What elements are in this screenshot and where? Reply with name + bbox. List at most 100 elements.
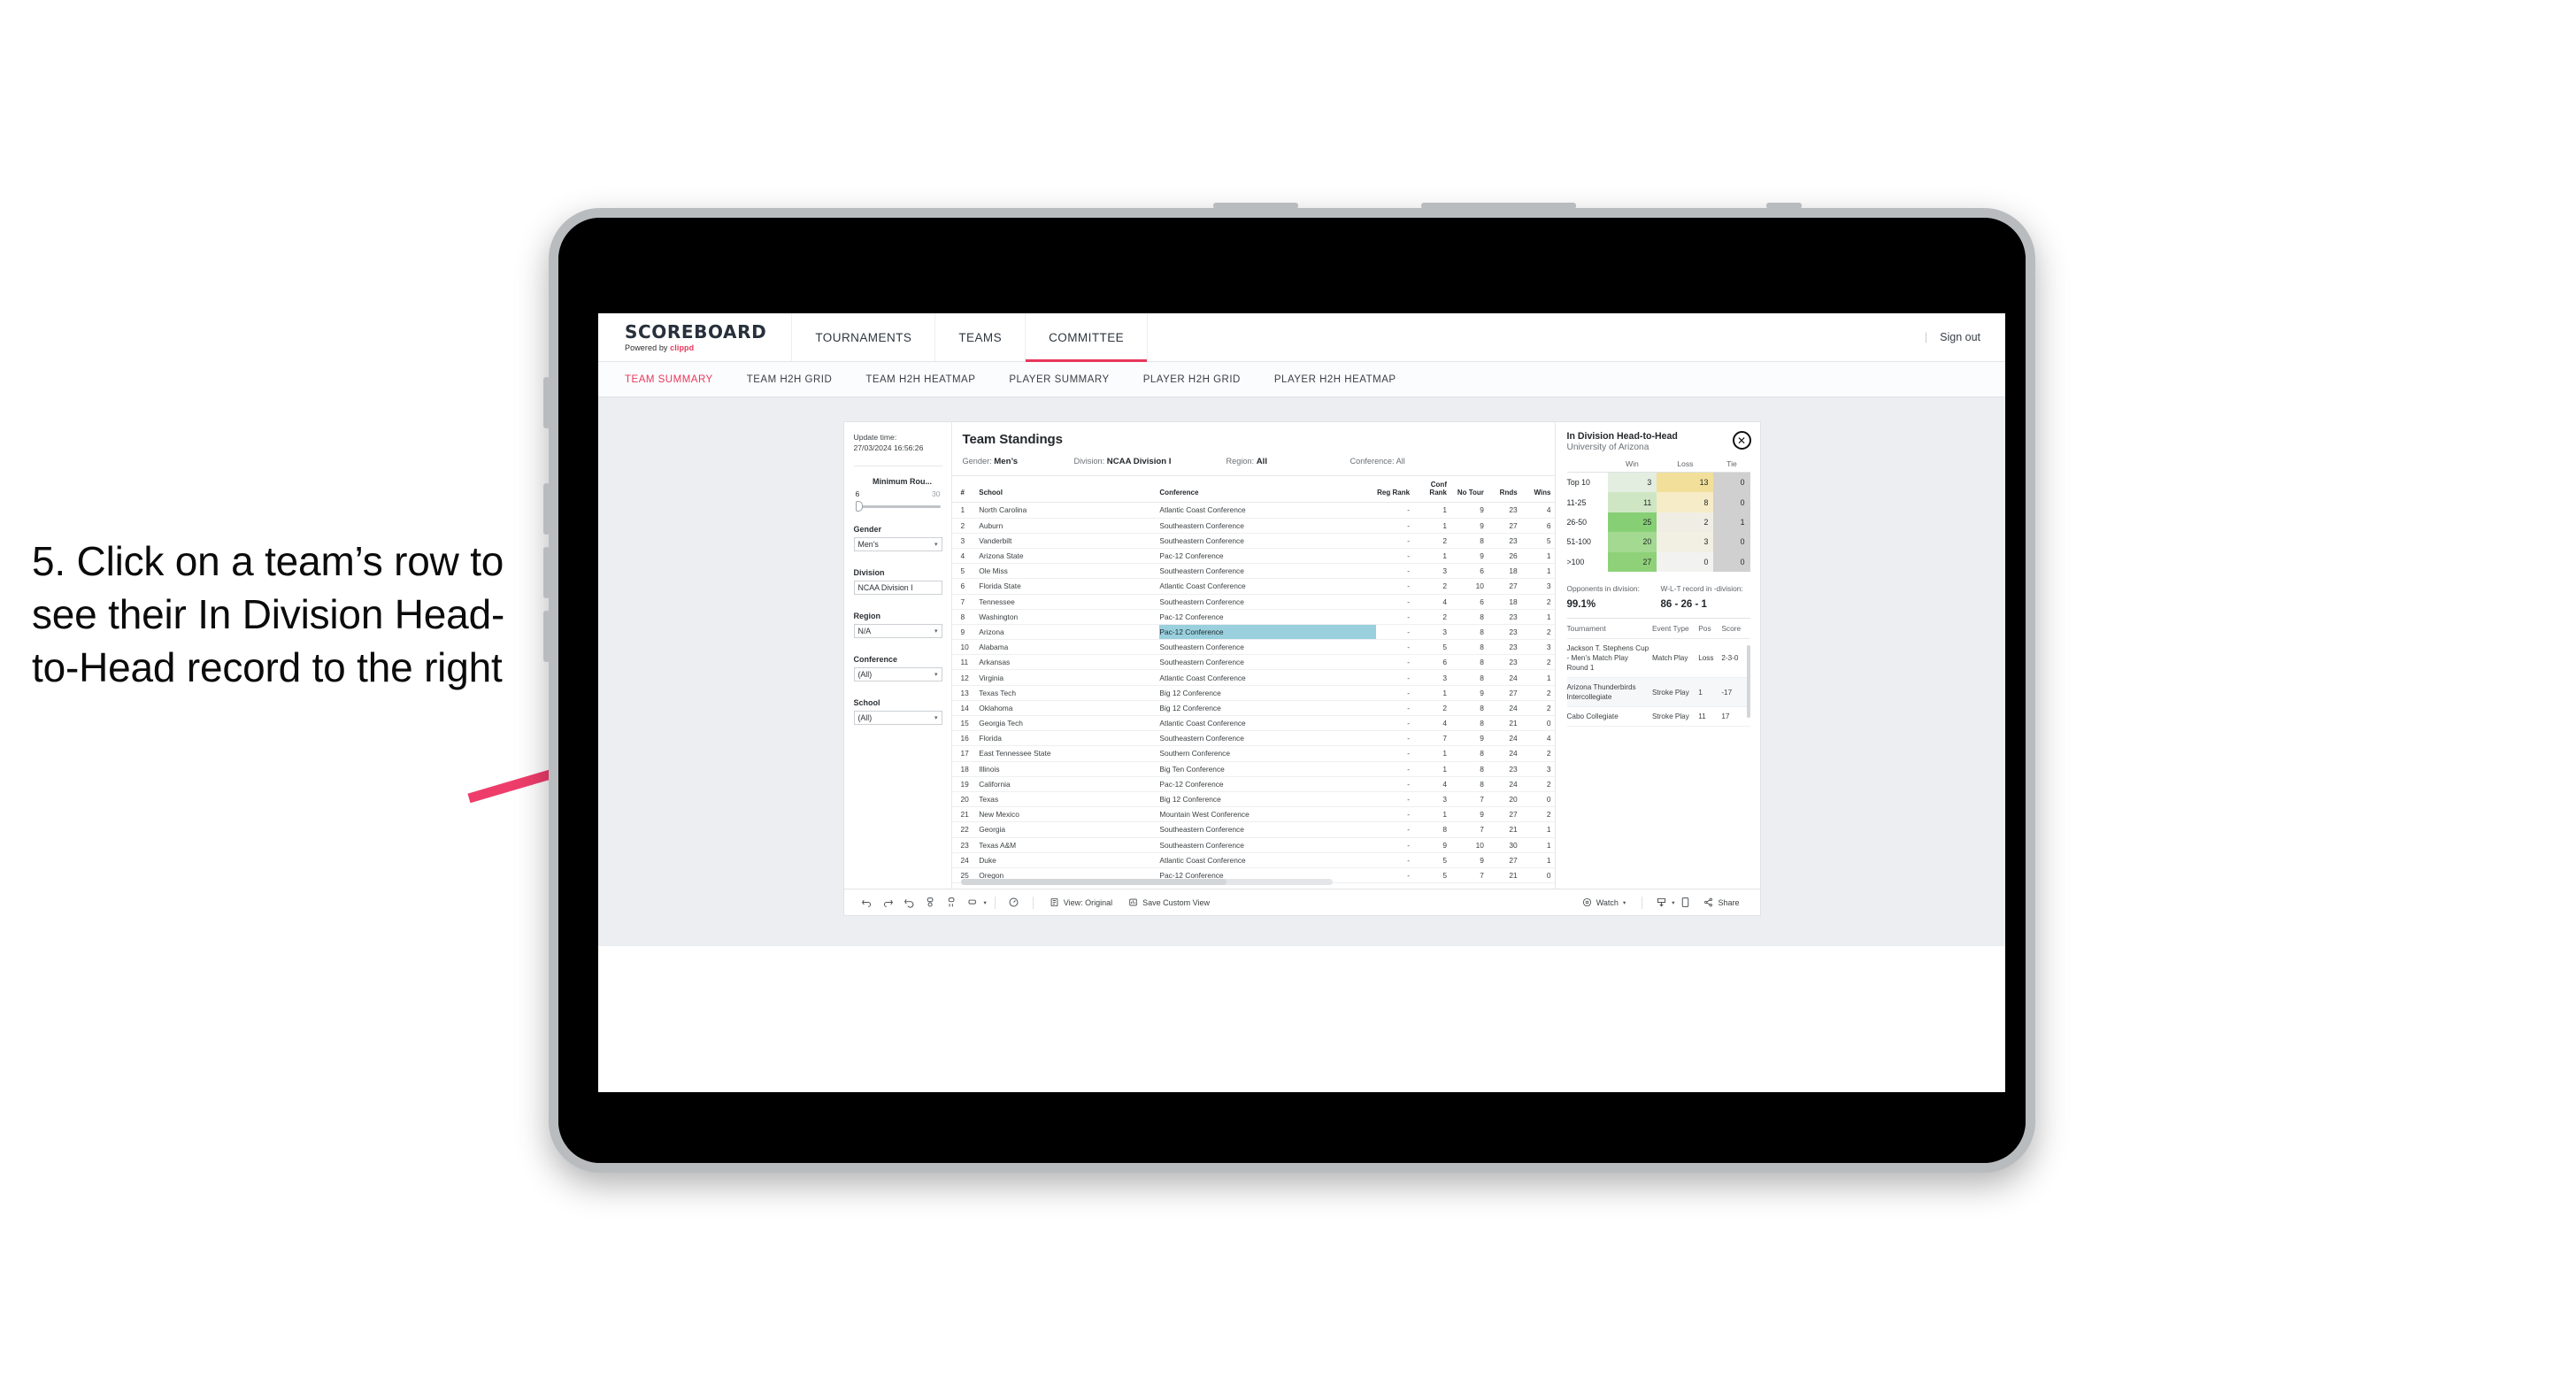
pause-icon[interactable] (942, 893, 963, 912)
table-row[interactable]: 4 Arizona State Pac-12 Conference -1 9 26 1 (951, 548, 1555, 565)
table-row[interactable]: 13 Texas Tech Big 12 Conference -1 9 27 2 (951, 685, 1555, 701)
table-row[interactable]: 15 Georgia Tech Atlantic Coast Conference -… (951, 715, 1555, 732)
heatmap-cell-tie[interactable]: 0 (1713, 532, 1750, 552)
heatmap-cell-loss[interactable]: 0 (1657, 551, 1714, 572)
tab-player-h2h-heatmap[interactable]: PLAYER H2H HEATMAP (1274, 374, 1416, 385)
watch-button[interactable]: Watch ▾ (1574, 897, 1634, 907)
heatmap-cell-loss[interactable]: 8 (1657, 492, 1714, 512)
cell-rnds: 18 (1487, 594, 1521, 610)
filter-region-select[interactable]: N/A ▾ (853, 623, 942, 638)
cell-pos: 1 (1698, 677, 1722, 708)
sign-out-link[interactable]: Sign out (1940, 331, 1980, 343)
cell-rank: 21 (951, 806, 980, 823)
table-row[interactable]: 7 Tennessee Southeastern Conference -4 6 18 2 (951, 594, 1555, 610)
table-row[interactable]: 22 Georgia Southeastern Conference -8 7 21 1 (951, 821, 1555, 838)
cell-conf-rank: 2 (1413, 533, 1450, 549)
table-row[interactable]: 24 Duke Atlantic Coast Conference -5 9 27 1 (951, 852, 1555, 868)
table-row[interactable]: 6 Florida State Atlantic Coast Conference -… (951, 578, 1555, 595)
filter-gender-value: Men’s (857, 539, 879, 549)
slider-handle[interactable] (855, 501, 863, 512)
heatmap-cell-win[interactable]: 20 (1607, 532, 1657, 552)
tournament-row[interactable]: Arizona Thunderbirds Intercollegiate Stro… (1566, 677, 1750, 708)
heatmap-cell-tie[interactable]: 0 (1713, 492, 1750, 512)
table-row[interactable]: 10 Alabama Southeastern Conference -5 8 23 3 (951, 639, 1555, 656)
scrollbar-thumb[interactable] (960, 879, 1226, 885)
table-row[interactable]: 19 California Pac-12 Conference -4 8 24 2 (951, 776, 1555, 792)
table-row[interactable]: 14 Oklahoma Big 12 Conference -2 8 24 2 (951, 700, 1555, 717)
undo-icon[interactable] (857, 893, 878, 912)
cell-wins: 1 (1520, 852, 1555, 868)
heatmap-cell-loss[interactable]: 2 (1657, 512, 1714, 533)
heatmap-cell-tie[interactable]: 0 (1713, 472, 1750, 493)
refresh-icon[interactable] (920, 893, 942, 912)
nav-item-teams[interactable]: TEAMS (935, 313, 1027, 361)
tournament-row[interactable]: Cabo Collegiate Stroke Play 11 17 (1566, 706, 1750, 728)
filter-gender-select[interactable]: Men’s ▾ (853, 536, 942, 551)
revert-icon[interactable] (899, 893, 920, 912)
cell-no-tour: 8 (1449, 609, 1488, 625)
table-row[interactable]: 16 Florida Southeastern Conference -7 9 24 4 (951, 730, 1555, 747)
cell-wins: 1 (1520, 548, 1555, 565)
cell-wins: 0 (1520, 715, 1555, 732)
close-icon[interactable]: ✕ (1732, 431, 1751, 450)
cell-rank: 22 (951, 821, 980, 838)
heatmap-cell-loss[interactable]: 3 (1657, 532, 1714, 552)
download-icon[interactable] (1650, 893, 1672, 912)
table-row[interactable]: 2 Auburn Southeastern Conference -1 9 27 6 (951, 518, 1555, 534)
minimum-rounds-slider[interactable] (855, 501, 941, 512)
heatmap-cell-win[interactable]: 3 (1607, 472, 1657, 493)
table-row[interactable]: 21 New Mexico Mountain West Conference -1 9 2… (951, 806, 1555, 823)
heatmap-cell-win[interactable]: 11 (1607, 492, 1657, 512)
tab-team-h2h-grid[interactable]: TEAM H2H GRID (747, 374, 852, 385)
nav-item-committee[interactable]: COMMITTEE (1026, 313, 1149, 362)
table-row[interactable]: 5 Ole Miss Southeastern Conference -3 6 18 1 (951, 563, 1555, 580)
cell-rnds: 23 (1487, 761, 1521, 777)
heatmap-cell-tie[interactable]: 0 (1713, 551, 1750, 572)
heatmap-cell-win[interactable]: 25 (1607, 512, 1657, 533)
tab-team-summary[interactable]: TEAM SUMMARY (625, 374, 733, 385)
vertical-scrollbar[interactable] (1746, 644, 1750, 718)
dashboard-canvas: Update time: 27/03/2024 16:56:26 Minimum… (598, 397, 2005, 946)
table-row[interactable]: 23 Texas A&M Southeastern Conference -9 10 30… (951, 837, 1555, 853)
table-row[interactable]: 20 Texas Big 12 Conference -3 7 20 0 (951, 791, 1555, 808)
share-button[interactable]: Share (1696, 897, 1747, 907)
heatmap-cell-loss[interactable]: 13 (1657, 472, 1714, 493)
highlight-icon[interactable] (963, 893, 984, 912)
table-row[interactable]: 1 North Carolina Atlantic Coast Conference… (951, 502, 1555, 519)
tab-team-h2h-heatmap[interactable]: TEAM H2H HEATMAP (865, 374, 995, 385)
table-row[interactable]: 12 Virginia Atlantic Coast Conference -3 8 24… (951, 669, 1555, 686)
table-row[interactable]: 17 East Tennessee State Southern Conferenc… (951, 745, 1555, 762)
redo-icon[interactable] (878, 893, 899, 912)
save-custom-view-button[interactable]: Save Custom View (1120, 897, 1218, 907)
table-row[interactable]: 3 Vanderbilt Southeastern Conference -2 8 23 5 (951, 533, 1555, 549)
tournament-row[interactable]: Jackson T. Stephens Cup - Men’s Match Pl… (1566, 638, 1750, 679)
tablet-device: SCOREBOARD Powered by clippd TOURNAMENTS… (543, 203, 2035, 1173)
table-row[interactable]: 9 Arizona Pac-12 Conference -3 8 23 2 (951, 624, 1555, 641)
filter-division-select[interactable]: NCAA Division I (853, 580, 942, 595)
brand-powered-prefix: Powered by (625, 343, 671, 352)
filter-school-select[interactable]: (All) ▾ (853, 710, 942, 725)
tab-player-h2h-grid[interactable]: PLAYER H2H GRID (1143, 374, 1260, 385)
heatmap-cell-win[interactable]: 27 (1607, 551, 1657, 572)
heatmap-row: 11-25 11 8 0 (1566, 492, 1750, 512)
col-rank: # (951, 476, 980, 504)
heatmap-col-loss: Loss (1657, 459, 1714, 473)
brand-logo[interactable]: SCOREBOARD Powered by clippd (598, 313, 793, 361)
filter-region: Region N/A ▾ (853, 612, 942, 638)
table-row[interactable]: 18 Illinois Big Ten Conference -1 8 23 3 (951, 761, 1555, 777)
tab-player-summary[interactable]: PLAYER SUMMARY (1009, 374, 1128, 385)
table-row[interactable]: 11 Arkansas Southeastern Conference -6 8 23 2 (951, 654, 1555, 671)
filter-conference-select[interactable]: (All) ▾ (853, 666, 942, 681)
cell-rank: 23 (951, 837, 980, 853)
device-layout-icon[interactable] (1674, 893, 1696, 912)
pin-icon[interactable] (1003, 893, 1025, 912)
cell-conference: Atlantic Coast Conference (1159, 578, 1377, 595)
cell-rnds: 18 (1487, 563, 1521, 580)
nav-item-tournaments[interactable]: TOURNAMENTS (792, 313, 936, 361)
table-row[interactable]: 8 Washington Pac-12 Conference -2 8 23 1 (951, 609, 1555, 625)
cell-school: Tennessee (979, 594, 1160, 610)
view-original-button[interactable]: View: Original (1042, 897, 1120, 907)
heatmap-cell-tie[interactable]: 1 (1713, 512, 1750, 533)
horizontal-scrollbar[interactable] (960, 879, 1333, 885)
highlight-caret-icon[interactable]: ▾ (984, 899, 987, 906)
